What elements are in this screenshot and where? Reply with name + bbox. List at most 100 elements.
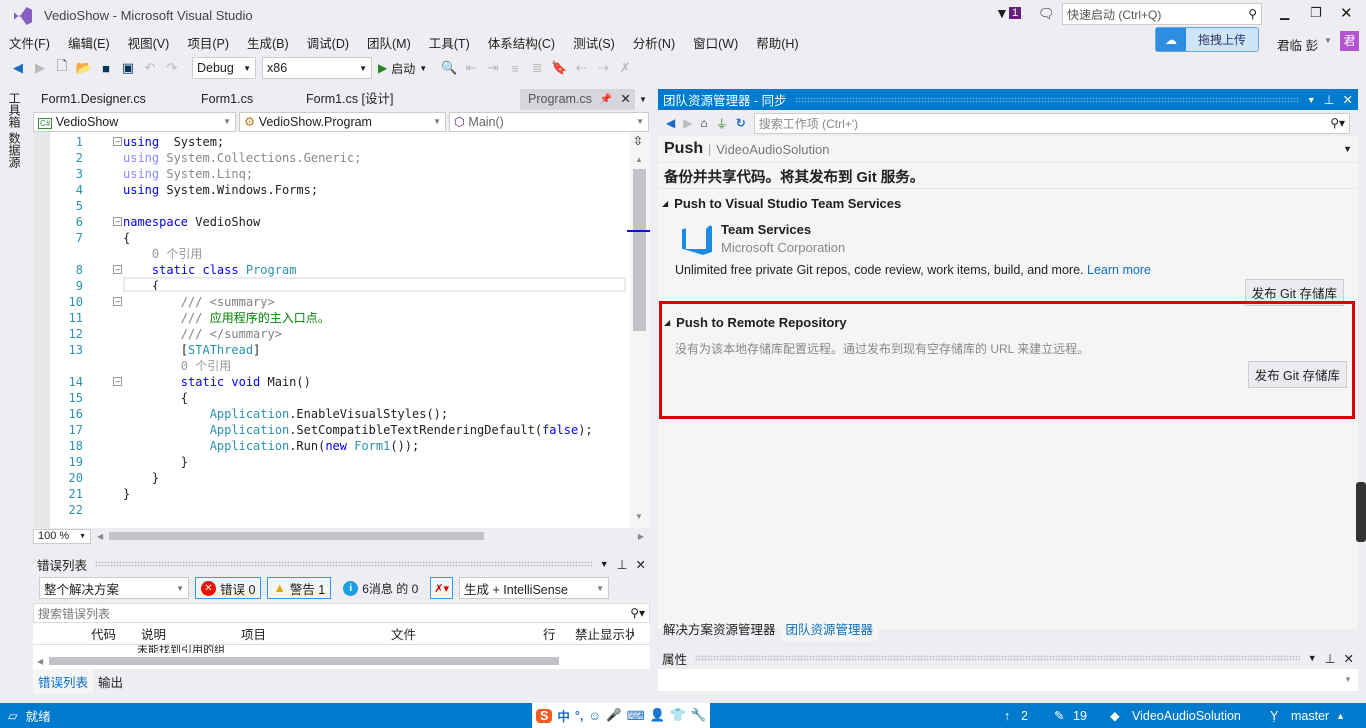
feedback-icon[interactable]: 🗨 [1038,6,1055,22]
scrollbar-thumb[interactable] [633,169,646,331]
zoom-select[interactable]: 100 % ▼ [33,528,91,544]
code-line[interactable]: } [123,454,188,470]
chevron-down-icon[interactable]: ▼ [1324,36,1332,45]
error-search-input[interactable]: 搜索错误列表 ⚲▾ [33,603,650,623]
vertical-scrollbar[interactable]: ⇳ ▲ ▼ [627,132,650,528]
menu-item[interactable]: 工具(T) [420,33,479,52]
close-icon[interactable]: ✕ [1343,92,1353,107]
object-select[interactable]: ▼ [658,669,1358,691]
pencil-icon[interactable]: ✎ [1054,708,1064,723]
close-button[interactable]: ✕ [1340,4,1353,22]
remote-section-header[interactable]: ◢ Push to Remote Repository [664,315,847,330]
source-select[interactable]: 生成 + IntelliSense ▼ [459,577,610,599]
code-line[interactable]: { [123,390,188,406]
split-icon[interactable]: ⇳ [633,134,643,148]
code-line[interactable]: { [123,230,130,246]
code-line[interactable]: /// <summary> [123,294,275,310]
menu-item[interactable]: 文件(F) [0,33,59,52]
dropdown-icon[interactable]: ▼ [1307,95,1316,105]
push-count[interactable]: 2 [1021,709,1028,723]
user-icon[interactable]: 👤 [650,708,666,723]
work-item-search-input[interactable]: 搜索工作项 (Ctrl+') ⚲▾ [753,112,1350,134]
menu-item[interactable]: 窗口(W) [684,33,747,52]
ime-toolbar[interactable]: S 中 °, ☺ 🎤 ⌨ 👤 👕 🔧 [532,703,711,728]
pin-icon[interactable]: 📌 [600,89,612,110]
repo-name[interactable]: VideoAudioSolution [1132,709,1241,723]
code-line[interactable]: using System.Windows.Forms; [123,182,318,198]
dropdown-icon[interactable]: ▼ [600,559,609,569]
menu-item[interactable]: 调试(D) [298,33,358,52]
emoji-icon[interactable]: ☺ [588,709,601,723]
start-button[interactable]: ▶ 启动 ▼ [378,60,427,77]
keyboard-icon[interactable]: ⌨ [627,708,645,723]
data-sources-tab[interactable]: 数据源 [6,132,23,168]
skin-icon[interactable]: 👕 [670,708,686,723]
column-project[interactable]: 项目 [238,624,388,643]
prev-bookmark-icon[interactable]: ⇠ [573,60,589,76]
collapse-icon[interactable]: − [113,265,122,274]
pin-icon[interactable]: ⊥ [1324,92,1335,107]
menu-item[interactable]: 测试(S) [564,33,624,52]
code-line[interactable]: [STAThread] [123,342,261,358]
new-project-icon[interactable]: 🗋 [54,58,70,76]
close-tab-icon[interactable]: ✕ [620,89,630,110]
publish-remote-button[interactable]: 发布 Git 存储库 [1247,361,1347,388]
code-line[interactable]: namespace VedioShow [123,214,260,230]
connect-icon[interactable]: ⏚ [716,115,728,132]
table-row[interactable]: 未能找到引用的组 [33,645,650,653]
dropdown-icon[interactable]: ▼ [1308,653,1317,663]
tab-error-list[interactable]: 错误列表 [33,668,94,694]
menu-item[interactable]: 视图(V) [119,33,179,52]
filter-button[interactable]: ✗▾ [430,577,454,599]
punctuation-icon[interactable]: °, [575,709,583,723]
code-line[interactable]: using System.Collections.Generic; [123,150,361,166]
branch-name[interactable]: master [1291,709,1329,723]
collapse-icon[interactable]: − [113,217,122,226]
code-line[interactable]: Application.Run(new Form1()); [123,438,420,454]
code-line[interactable]: /// 应用程序的主入口点。 [123,310,330,326]
open-folder-icon[interactable]: 📂 [76,60,92,76]
redo-icon[interactable]: ↷ [164,60,180,76]
tab-team-explorer[interactable]: 团队资源管理器 [780,615,879,641]
scope-select[interactable]: 整个解决方案 ▼ [39,577,189,599]
menu-item[interactable]: 帮助(H) [747,33,807,52]
restore-button[interactable]: ❐ [1310,5,1322,21]
vsts-section-header[interactable]: ◢ Push to Visual Studio Team Services [662,196,901,211]
mic-icon[interactable]: 🎤 [606,708,622,723]
undo-icon[interactable]: ↶ [142,60,158,76]
repo-icon[interactable]: ◆ [1110,708,1120,723]
feedback-filter-icon[interactable]: ▼ [995,5,1009,21]
back-icon[interactable]: ◀ [666,116,675,130]
code-line[interactable]: /// </summary> [123,326,282,342]
reference-count-link[interactable]: 0 个引用 [123,247,202,261]
home-icon[interactable]: ⌂ [700,116,707,130]
comment-icon[interactable]: ≡ [507,60,523,76]
close-icon[interactable]: ✕ [636,557,646,572]
refresh-icon[interactable]: ↻ [736,116,746,130]
forward-icon[interactable]: ▶ [32,60,48,76]
code-line[interactable]: } [123,486,130,502]
forward-icon[interactable]: ▶ [683,116,692,130]
tab-program[interactable]: Program.cs 📌 ✕ [520,89,635,110]
menu-item[interactable]: 分析(N) [624,33,684,52]
code-line[interactable]: 0 个引用 [123,358,231,374]
page-dropdown-icon[interactable]: ▼ [1343,144,1352,154]
class-select[interactable]: ⚙ VedioShow.Program ▼ [239,111,446,132]
notification-badge[interactable]: 1 [1009,7,1022,19]
column-description[interactable]: 说明 [138,624,238,643]
code-line[interactable]: static class Program [123,262,297,278]
pin-icon[interactable]: ⊥ [617,557,628,572]
warnings-filter-button[interactable]: ▲ 警告 1 [267,577,332,599]
learn-more-link[interactable]: Learn more [1087,263,1151,277]
menu-item[interactable]: 体系结构(C) [479,33,564,52]
menu-item[interactable]: 团队(M) [358,33,420,52]
collapse-icon[interactable]: − [113,137,122,146]
toolbox-tab[interactable]: 工具箱 [6,92,23,128]
close-icon[interactable]: ✕ [1344,651,1354,666]
code-line[interactable]: static void Main() [123,374,311,390]
reference-count-link[interactable]: 0 个引用 [123,359,231,373]
errors-filter-button[interactable]: ✕ 错误 0 [195,577,262,599]
save-all-icon[interactable]: ▣ [120,60,136,76]
tab-form1-designer[interactable]: Form1.Designer.cs [33,89,193,110]
indent-icon[interactable]: ⇤ [463,60,479,76]
